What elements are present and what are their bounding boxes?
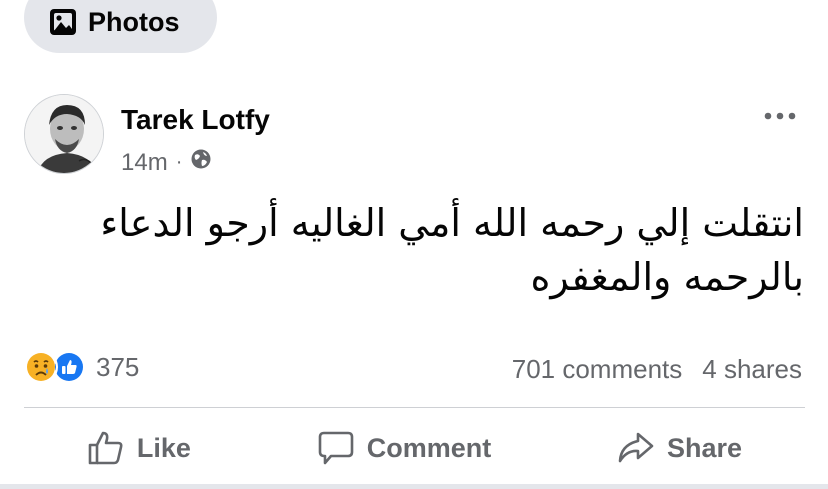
post-header: Tarek Lotfy 14m ·	[24, 94, 804, 177]
globe-icon	[190, 148, 212, 177]
post-body: انتقلت إلي رحمه الله أمي الغاليه أرجو ال…	[24, 196, 804, 304]
comments-count-link[interactable]: 701 comments	[512, 354, 683, 385]
post-text-line-1: انتقلت إلي رحمه الله أمي الغاليه أرجو ال…	[100, 201, 804, 245]
engagement-stats: 701 comments 4 shares	[512, 354, 802, 385]
photo-gallery-icon	[48, 7, 78, 37]
like-button[interactable]: Like	[87, 430, 191, 466]
photos-filter-button[interactable]: Photos	[24, 0, 217, 53]
post-text-line-2: بالرحمه والمغفره	[530, 255, 805, 299]
post-meta: 14m ·	[121, 148, 212, 177]
sad-reaction-icon	[24, 350, 58, 384]
thumbs-up-icon	[87, 430, 125, 466]
feed-separator	[0, 484, 828, 489]
like-label: Like	[136, 432, 191, 463]
actions-divider	[24, 407, 805, 408]
avatar[interactable]	[24, 94, 104, 174]
share-label: Share	[667, 432, 743, 463]
comment-icon	[317, 430, 355, 466]
share-button[interactable]: Share	[617, 430, 742, 466]
shares-count-link[interactable]: 4 shares	[702, 354, 802, 385]
share-icon	[617, 430, 655, 466]
post-actions: Like Comment Share	[24, 420, 805, 476]
reactions-summary[interactable]: 375	[24, 350, 139, 384]
post-timestamp[interactable]: 14m	[121, 149, 168, 177]
post-author-name[interactable]: Tarek Lotfy	[121, 104, 270, 136]
photos-filter-label: Photos	[88, 7, 180, 37]
reaction-count: 375	[96, 351, 140, 382]
comment-button[interactable]: Comment	[317, 430, 492, 466]
more-options-button[interactable]	[760, 104, 800, 128]
more-horizontal-icon	[763, 107, 797, 125]
comment-label: Comment	[366, 432, 492, 463]
meta-separator: ·	[175, 151, 183, 173]
